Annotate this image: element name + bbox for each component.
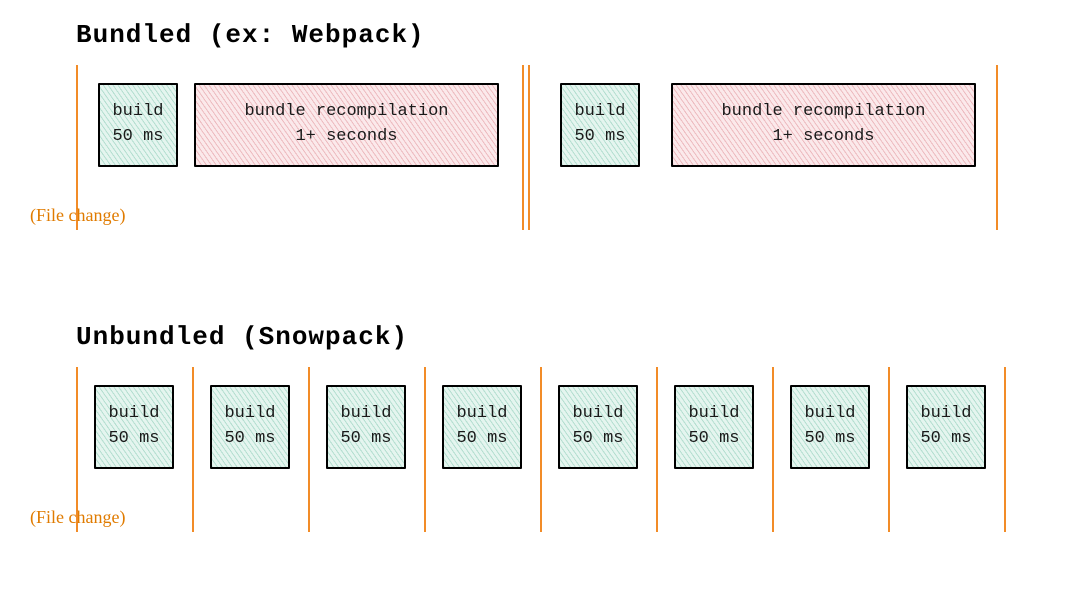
build-box: build 50 ms — [790, 385, 870, 469]
timeline-divider — [540, 367, 542, 532]
build-box: build 50 ms — [98, 83, 178, 167]
build-label-line1: build — [804, 402, 855, 427]
build-label-line2: 50 ms — [456, 427, 507, 452]
timeline-divider — [656, 367, 658, 532]
build-label-line1: build — [572, 402, 623, 427]
bundled-title: Bundled (ex: Webpack) — [76, 20, 1080, 50]
file-change-label: (File change) — [30, 507, 125, 528]
bundle-label-line2: 1+ seconds — [295, 125, 397, 150]
bundled-section: Bundled (ex: Webpack) build 50 ms bundle… — [0, 20, 1080, 230]
build-box: build 50 ms — [674, 385, 754, 469]
bundled-timeline: build 50 ms bundle recompilation 1+ seco… — [0, 65, 1080, 230]
bundle-label-line1: bundle recompilation — [244, 100, 448, 125]
timeline-divider — [308, 367, 310, 532]
build-box: build 50 ms — [94, 385, 174, 469]
build-label-line2: 50 ms — [804, 427, 855, 452]
bundle-label-line2: 1+ seconds — [772, 125, 874, 150]
build-label-line2: 50 ms — [688, 427, 739, 452]
build-label-line2: 50 ms — [108, 427, 159, 452]
timeline-divider — [528, 65, 530, 230]
timeline-divider — [888, 367, 890, 532]
build-label-line1: build — [920, 402, 971, 427]
timeline-divider — [424, 367, 426, 532]
timeline-divider — [772, 367, 774, 532]
build-label-line2: 50 ms — [340, 427, 391, 452]
build-box: build 50 ms — [558, 385, 638, 469]
build-label-line1: build — [224, 402, 275, 427]
build-label-line2: 50 ms — [574, 125, 625, 150]
build-label-line1: build — [108, 402, 159, 427]
build-box: build 50 ms — [210, 385, 290, 469]
timeline-divider — [996, 65, 998, 230]
timeline-divider — [1004, 367, 1006, 532]
build-box: build 50 ms — [326, 385, 406, 469]
build-label-line2: 50 ms — [224, 427, 275, 452]
build-label-line1: build — [112, 100, 163, 125]
build-label-line1: build — [340, 402, 391, 427]
build-label-line1: build — [456, 402, 507, 427]
timeline-divider — [522, 65, 524, 230]
bundle-label-line1: bundle recompilation — [721, 100, 925, 125]
unbundled-section: Unbundled (Snowpack) build 50 ms build 5… — [0, 322, 1080, 532]
build-label-line2: 50 ms — [920, 427, 971, 452]
build-label-line1: build — [688, 402, 739, 427]
build-label-line2: 50 ms — [572, 427, 623, 452]
bundle-box: bundle recompilation 1+ seconds — [671, 83, 976, 167]
build-label-line2: 50 ms — [112, 125, 163, 150]
build-box: build 50 ms — [560, 83, 640, 167]
build-box: build 50 ms — [442, 385, 522, 469]
unbundled-timeline: build 50 ms build 50 ms build 50 ms buil… — [0, 367, 1080, 532]
build-label-line1: build — [574, 100, 625, 125]
unbundled-title: Unbundled (Snowpack) — [76, 322, 1080, 352]
timeline-divider — [192, 367, 194, 532]
bundle-box: bundle recompilation 1+ seconds — [194, 83, 499, 167]
file-change-label: (File change) — [30, 205, 125, 226]
build-box: build 50 ms — [906, 385, 986, 469]
